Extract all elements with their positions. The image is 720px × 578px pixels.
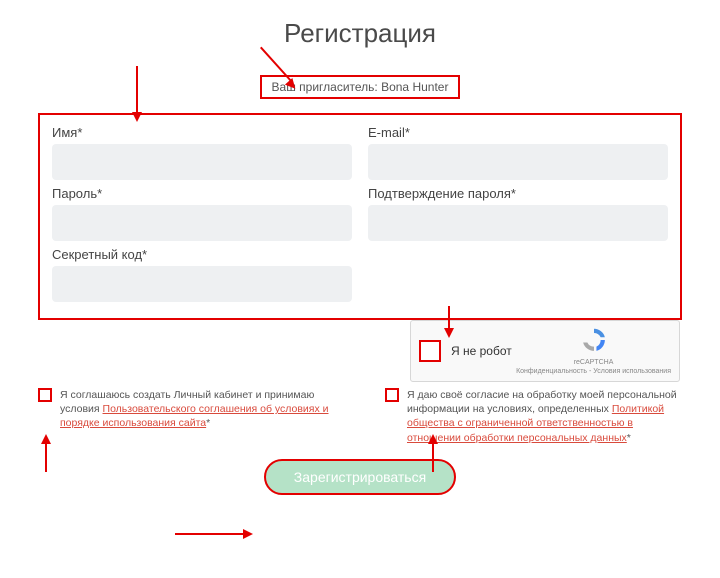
consent-terms-checkbox[interactable]: [38, 388, 52, 402]
inviter-box: Ваш пригласитель: Bona Hunter: [260, 75, 461, 99]
password-confirm-input[interactable]: [368, 205, 668, 241]
name-input[interactable]: [52, 144, 352, 180]
registration-form: Имя* E-mail* Пароль* Подтверждение парол…: [38, 113, 682, 320]
password-label: Пароль*: [52, 186, 352, 201]
consent-terms: Я соглашаюсь создать Личный кабинет и пр…: [38, 388, 335, 445]
secret-label: Секретный код*: [52, 247, 352, 262]
recaptcha-branding: reCAPTCHA Конфиденциальность - Условия и…: [516, 326, 671, 376]
consent-privacy-text: Я даю своё согласие на обработку моей пе…: [407, 388, 682, 445]
recaptcha-checkbox[interactable]: [419, 340, 441, 362]
consent-terms-text: Я соглашаюсь создать Личный кабинет и пр…: [60, 388, 335, 431]
email-input[interactable]: [368, 144, 668, 180]
consent-privacy-checkbox[interactable]: [385, 388, 399, 402]
recaptcha-icon: [580, 326, 608, 354]
recaptcha-label: Я не робот: [451, 344, 512, 358]
password-confirm-label: Подтверждение пароля*: [368, 186, 668, 201]
name-label: Имя*: [52, 125, 352, 140]
password-input[interactable]: [52, 205, 352, 241]
consent-privacy: Я даю своё согласие на обработку моей пе…: [385, 388, 682, 445]
recaptcha-widget[interactable]: Я не робот reCAPTCHA Конфиденциальность …: [410, 320, 680, 382]
secret-input[interactable]: [52, 266, 352, 302]
page-title: Регистрация: [0, 18, 720, 49]
email-label: E-mail*: [368, 125, 668, 140]
submit-button[interactable]: Зарегистрироваться: [264, 459, 456, 495]
